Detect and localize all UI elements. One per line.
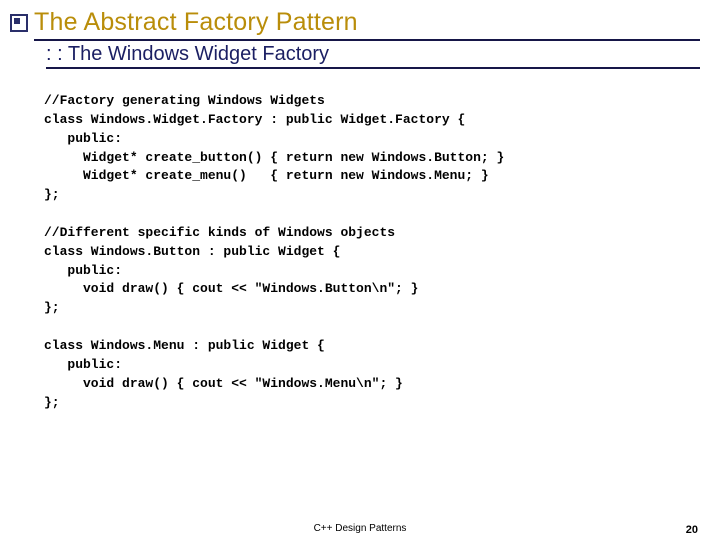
title-underline	[34, 39, 700, 41]
slide-title: The Abstract Factory Pattern	[34, 8, 720, 37]
bullet-dot-icon	[14, 18, 20, 24]
title-row: The Abstract Factory Pattern	[0, 8, 720, 37]
subtitle-underline	[46, 67, 700, 69]
code-block: //Factory generating Windows Widgets cla…	[44, 92, 680, 412]
slide-subtitle: : : The Windows Widget Factory	[46, 43, 720, 66]
footer-caption: C++ Design Patterns	[0, 523, 720, 534]
page-number: 20	[686, 524, 698, 536]
subtitle-row: : : The Windows Widget Factory	[0, 43, 720, 66]
